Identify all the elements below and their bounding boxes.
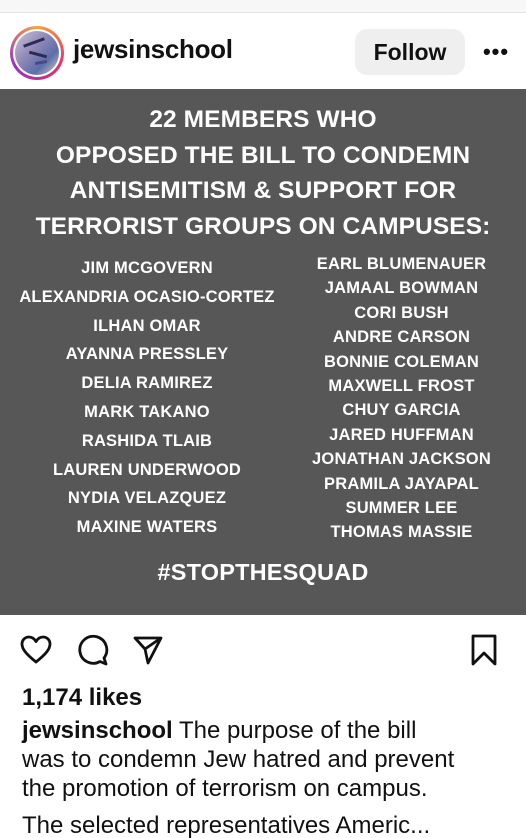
member-name: MAXINE WATERS xyxy=(76,518,218,537)
caption-cut-off-line: The selected representatives Americ... xyxy=(22,808,502,838)
members-list-right: EARL BLUMENAUER JAMAAL BOWMAN CORI BUSH … xyxy=(290,252,513,545)
member-name: ANDRE CARSON xyxy=(332,328,471,347)
members-list-left: JIM MCGOVERN ALEXANDRIA OCASIO-CORTEZ IL… xyxy=(0,254,294,542)
instagram-post-screen: jewsinschool Follow ••• 22 MEMBERS WHO O… xyxy=(0,0,526,838)
member-name: SUMMER LEE xyxy=(345,499,458,518)
member-name: ILHAN OMAR xyxy=(93,316,201,335)
caption-text: was to condemn Jew hatred and prevent xyxy=(22,746,455,773)
member-name: MAXWELL FROST xyxy=(328,377,475,396)
member-name: DELIA RAMIREZ xyxy=(81,374,213,393)
follow-button[interactable]: Follow xyxy=(355,29,465,75)
comment-icon[interactable] xyxy=(75,632,111,668)
member-name: AYANNA PRESSLEY xyxy=(65,345,229,364)
caption-text: The selected representatives Americ... xyxy=(22,812,431,838)
headline-line: ANTISEMITISM & SUPPORT FOR xyxy=(69,177,457,204)
caption-text: The purpose of the bill xyxy=(172,717,417,744)
bookmark-icon[interactable] xyxy=(466,632,502,668)
post-caption: jewsinschool The purpose of the bill was… xyxy=(22,716,512,803)
post-header: jewsinschool Follow ••• xyxy=(0,12,526,90)
post-actions-bar xyxy=(0,628,526,672)
member-name: BONNIE COLEMAN xyxy=(324,352,479,371)
share-icon[interactable] xyxy=(130,632,166,668)
caption-username[interactable]: jewsinschool xyxy=(22,717,173,744)
post-username[interactable]: jewsinschool xyxy=(73,34,233,65)
avatar-frame xyxy=(13,29,61,77)
more-options-icon[interactable]: ••• xyxy=(478,34,514,70)
member-name: EARL BLUMENAUER xyxy=(316,255,487,273)
headline-line: 22 MEMBERS WHO xyxy=(149,106,377,133)
avatar xyxy=(15,31,59,75)
headline-line: OPPOSED THE BILL TO CONDEMN xyxy=(55,141,471,169)
headline-line: TERRORIST GROUPS ON CAMPUSES: xyxy=(35,212,491,240)
member-name: CORI BUSH xyxy=(354,303,449,322)
member-name: ALEXANDRIA OCASIO-CORTEZ xyxy=(19,287,275,306)
member-name: JONATHAN JACKSON xyxy=(312,450,491,469)
member-name: CHUY GARCIA xyxy=(342,401,461,420)
post-image[interactable]: 22 MEMBERS WHO OPPOSED THE BILL TO CONDE… xyxy=(0,89,526,615)
heart-icon[interactable] xyxy=(18,632,54,668)
member-name: NYDIA VELAZQUEZ xyxy=(67,489,227,508)
caption-text: the promotion of terrorism on campus. xyxy=(22,775,428,802)
member-name: LAUREN UNDERWOOD xyxy=(52,460,242,479)
member-name: JARED HUFFMAN xyxy=(329,425,474,444)
member-name: MARK TAKANO xyxy=(84,402,210,421)
member-name: RASHIDA TLAIB xyxy=(81,431,213,450)
post-hashtag: #STOPTHESQUAD xyxy=(157,559,369,585)
story-ring[interactable] xyxy=(10,26,64,80)
member-name: JAMAAL BOWMAN xyxy=(324,279,479,298)
post-headline: 22 MEMBERS WHO OPPOSED THE BILL TO CONDE… xyxy=(0,102,526,244)
member-name: PRAMILA JAYAPAL xyxy=(324,474,479,493)
member-name: JIM MCGOVERN xyxy=(81,259,213,277)
member-name: THOMAS MASSIE xyxy=(330,523,473,542)
likes-count[interactable]: 1,174 likes xyxy=(22,684,142,712)
